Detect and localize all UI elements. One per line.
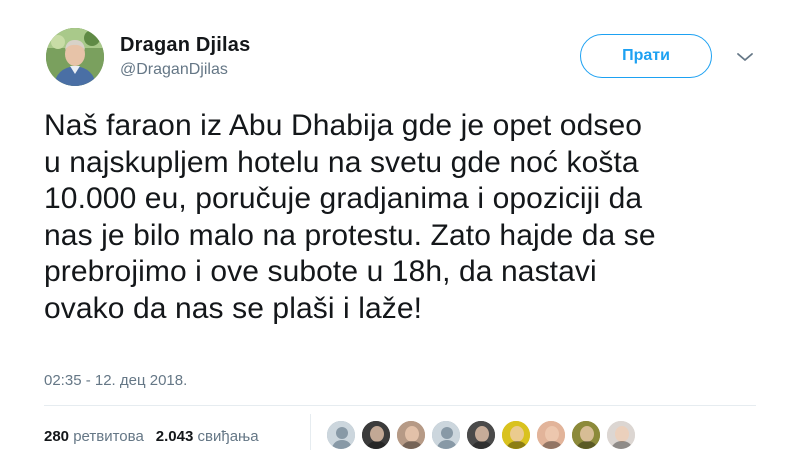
likes-stat[interactable]: 2.043 свиђања	[156, 428, 259, 445]
likes-label: свиђања	[197, 428, 259, 445]
follow-button[interactable]: Прати	[580, 34, 712, 78]
retweets-count: 280	[44, 428, 70, 445]
tweet-stats: 280 ретвитова 2.043 свиђања	[44, 428, 259, 445]
liker-avatar[interactable]	[571, 420, 601, 450]
divider	[44, 405, 756, 406]
tweet-text-line: ovako da nas se plaši i laže!	[44, 291, 423, 325]
liker-avatar[interactable]	[606, 420, 636, 450]
tweet-card: Dragan Djilas @DraganDjilas Прати Naš fa…	[0, 0, 800, 458]
stats-separator	[310, 414, 311, 450]
liker-avatar[interactable]	[466, 420, 496, 450]
default-avatar-icon[interactable]	[431, 420, 461, 450]
default-avatar-icon[interactable]	[326, 420, 356, 450]
tweet-text-line: Naš faraon iz Abu Dhabija gde je opet od…	[44, 109, 643, 142]
tweet-text-line: 10.000 eu, poručuje gradjanima i opozici…	[44, 182, 643, 216]
chevron-down-icon[interactable]	[736, 50, 754, 62]
display-name[interactable]: Dragan Djilas	[120, 34, 250, 57]
tweet-text-line: prebrojimo i ove subote u 18h, da nastav…	[44, 255, 597, 289]
tweet-text-line: nas je bilo malo na protestu. Zato hajde…	[44, 218, 656, 252]
liker-avatar[interactable]	[396, 420, 426, 450]
retweets-stat[interactable]: 280 ретвитова	[44, 428, 144, 445]
user-handle[interactable]: @DraganDjilas	[120, 61, 228, 79]
liker-avatar[interactable]	[536, 420, 566, 450]
liker-avatar[interactable]	[361, 420, 391, 450]
tweet-text: Naš faraon iz Abu Dhabija gde je opet od…	[44, 108, 784, 328]
avatar[interactable]	[46, 28, 104, 86]
tweet-text-line: u najskupljem hotelu na svetu gde noć ko…	[44, 145, 639, 179]
retweets-label: ретвитова	[73, 428, 144, 445]
liker-avatar[interactable]	[501, 420, 531, 450]
likes-count: 2.043	[155, 428, 194, 445]
timestamp[interactable]: 02:35 - 12. дец 2018.	[44, 372, 187, 389]
